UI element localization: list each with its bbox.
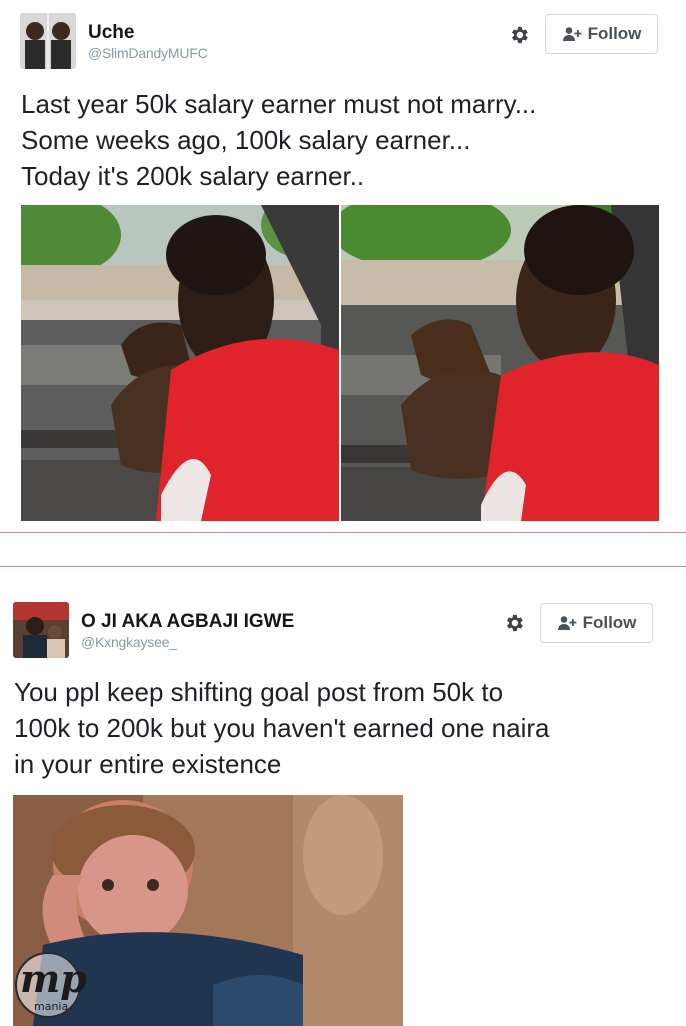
tweet-card: Uche @SlimDandyMUFC Follow Last year 50k… [0, 0, 686, 530]
follow-button[interactable]: Follow [545, 14, 658, 54]
gear-icon[interactable] [503, 612, 525, 634]
add-user-icon [557, 616, 576, 630]
tweet-text: You ppl keep shifting goal post from 50k… [14, 674, 549, 782]
watermark-logo-text: mp [20, 956, 87, 1001]
tweet-text-line: in your entire existence [14, 749, 282, 779]
gear-icon[interactable] [508, 24, 530, 46]
watermark-logo: mp mania [6, 940, 96, 1020]
tweet-text: Last year 50k salary earner must not mar… [21, 86, 536, 194]
add-user-icon [562, 27, 581, 41]
tweet-card: O JI AKA AGBAJI IGWE @Kxngkaysee_ Follow… [0, 585, 686, 1026]
tweet-photo[interactable] [341, 205, 659, 521]
watermark-sub-text: mania [34, 1000, 68, 1013]
tweet-text-line: Some weeks ago, 100k salary earner... [21, 125, 471, 155]
follow-label: Follow [587, 24, 642, 43]
avatar[interactable] [20, 13, 76, 69]
follow-button[interactable]: Follow [540, 603, 653, 643]
tweet-photo[interactable] [21, 205, 339, 521]
tweet-text-line: Last year 50k salary earner must not mar… [21, 89, 537, 119]
user-handle[interactable]: @SlimDandyMUFC [88, 45, 208, 61]
tweet-text-line: You ppl keep shifting goal post from 50k… [14, 677, 504, 707]
avatar[interactable] [13, 602, 69, 658]
display-name[interactable]: Uche [88, 22, 134, 44]
tweet-text-line: 100k to 200k but you haven't earned one … [14, 713, 550, 743]
user-handle[interactable]: @Kxngkaysee_ [81, 634, 177, 650]
divider [0, 566, 686, 567]
follow-label: Follow [582, 613, 637, 632]
display-name[interactable]: O JI AKA AGBAJI IGWE [81, 611, 294, 633]
divider [0, 532, 686, 533]
tweet-text-line: Today it's 200k salary earner.. [21, 161, 365, 191]
